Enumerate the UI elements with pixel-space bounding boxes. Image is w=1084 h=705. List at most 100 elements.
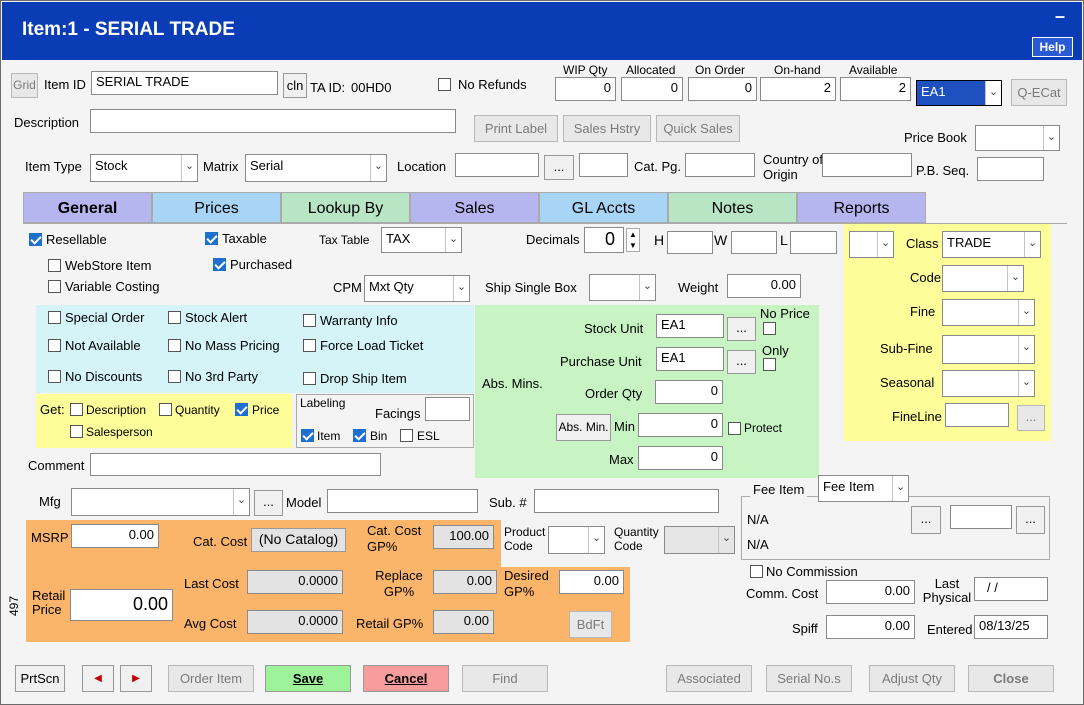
no-discounts-checkbox[interactable] [48, 370, 61, 383]
no-mass-pricing-checkbox[interactable] [168, 339, 181, 352]
quantity-code-select[interactable]: ⌄ [664, 526, 735, 554]
order-item-button[interactable]: Order Item [168, 665, 254, 692]
last-physical-input[interactable]: / / [974, 577, 1048, 601]
purchase-unit-input[interactable]: EA1 [656, 347, 724, 371]
get-quantity-checkbox[interactable] [159, 403, 172, 416]
description-input[interactable] [90, 109, 456, 133]
no-refunds-checkbox[interactable] [438, 78, 451, 91]
min-input[interactable]: 0 [638, 413, 723, 437]
pb-seq-input[interactable] [977, 157, 1044, 181]
mfg-select[interactable]: ⌄ [71, 488, 250, 516]
prev-record-button[interactable]: ◀ [82, 665, 114, 692]
weight-input[interactable]: 0.00 [727, 274, 801, 298]
variable-costing-checkbox[interactable] [48, 280, 61, 293]
sub-fine-select[interactable]: ⌄ [942, 335, 1035, 364]
location-browse-button[interactable]: ... [544, 155, 574, 180]
quick-sales-button[interactable]: Quick Sales [656, 115, 740, 142]
price-book-select[interactable]: ⌄ [975, 125, 1060, 151]
ship-single-box-select[interactable]: ⌄ [589, 274, 656, 301]
cat-cost-button[interactable]: (No Catalog) [251, 528, 346, 552]
warranty-info-checkbox[interactable] [303, 314, 316, 327]
class-select[interactable]: TRADE ⌄ [942, 231, 1041, 258]
purchased-checkbox[interactable] [213, 258, 226, 271]
webstore-checkbox[interactable] [48, 259, 61, 272]
width-input[interactable] [731, 231, 777, 254]
get-description-checkbox[interactable] [70, 403, 83, 416]
cat-pg-input[interactable] [685, 153, 755, 177]
max-input[interactable]: 0 [638, 446, 723, 470]
location-extra-input[interactable] [579, 153, 628, 177]
facings-input[interactable] [425, 397, 470, 421]
associated-button[interactable]: Associated [666, 665, 752, 692]
mfg-browse-button[interactable]: ... [254, 490, 283, 516]
tab-prices[interactable]: Prices [152, 192, 281, 223]
q-ecat-button[interactable]: Q-ECat [1011, 79, 1067, 106]
fineline-browse-button[interactable]: ... [1017, 405, 1045, 431]
comment-input[interactable] [90, 453, 381, 476]
drop-ship-checkbox[interactable] [303, 372, 316, 385]
unit-select[interactable]: EA1 ⌄ [916, 80, 1002, 106]
stock-unit-input[interactable]: EA1 [656, 314, 724, 338]
item-type-select[interactable]: Stock ⌄ [90, 154, 198, 182]
entered-input[interactable]: 08/13/25 [974, 615, 1048, 639]
fineline-input[interactable] [945, 403, 1009, 427]
class-prefix-select[interactable]: ⌄ [849, 231, 894, 258]
minimize-button[interactable]: – [1055, 6, 1065, 27]
label-esl-checkbox[interactable] [400, 429, 413, 442]
fee-browse-button[interactable]: ... [911, 506, 941, 534]
tab-reports[interactable]: Reports [797, 192, 926, 223]
no-commission-checkbox[interactable] [750, 565, 763, 578]
product-code-select[interactable]: ⌄ [548, 526, 605, 554]
tab-gl-accts[interactable]: GL Accts [539, 192, 668, 223]
abs-min-button[interactable]: Abs. Min. [556, 414, 611, 441]
save-button[interactable]: Save [265, 665, 351, 692]
prtscn-button[interactable]: PrtScn [15, 665, 65, 692]
bdft-button[interactable]: BdFt [569, 611, 612, 638]
fine-select[interactable]: ⌄ [942, 299, 1035, 326]
sales-history-button[interactable]: Sales Hstry [563, 115, 651, 142]
find-button[interactable]: Find [462, 665, 548, 692]
tax-table-select[interactable]: TAX ⌄ [381, 227, 462, 253]
fee-extra-input[interactable] [950, 505, 1012, 529]
next-record-button[interactable]: ▶ [120, 665, 152, 692]
fee-item-select[interactable]: Fee Item ⌄ [818, 475, 909, 502]
close-button[interactable]: Close [968, 665, 1054, 692]
serial-nos-button[interactable]: Serial No.s [766, 665, 852, 692]
not-available-checkbox[interactable] [48, 339, 61, 352]
on-hand-input[interactable]: 2 [760, 77, 836, 101]
get-price-checkbox[interactable] [235, 403, 248, 416]
country-of-origin-input[interactable] [822, 153, 912, 177]
fee-extra-browse-button[interactable]: ... [1016, 506, 1045, 534]
grid-button[interactable]: Grid [11, 73, 38, 98]
msrp-input[interactable]: 0.00 [71, 524, 159, 548]
resellable-checkbox[interactable] [29, 233, 42, 246]
protect-checkbox[interactable] [728, 422, 741, 435]
length-input[interactable] [790, 231, 837, 254]
only-checkbox[interactable] [763, 358, 776, 371]
label-bin-checkbox[interactable] [353, 429, 366, 442]
adjust-qty-button[interactable]: Adjust Qty [869, 665, 955, 692]
wip-qty-input[interactable]: 0 [555, 77, 616, 101]
tab-lookup-by[interactable]: Lookup By [281, 192, 410, 223]
decimals-stepper[interactable]: 0 [584, 227, 624, 253]
comm-cost-input[interactable]: 0.00 [826, 580, 915, 604]
desired-gp-input[interactable]: 0.00 [559, 570, 624, 594]
cancel-button[interactable]: Cancel [363, 665, 449, 692]
no-3rd-party-checkbox[interactable] [168, 370, 181, 383]
model-input[interactable] [327, 489, 478, 513]
no-price-checkbox[interactable] [763, 322, 776, 335]
force-load-ticket-checkbox[interactable] [303, 339, 316, 352]
taxable-checkbox[interactable] [205, 232, 218, 245]
tab-general[interactable]: General [23, 192, 152, 223]
stock-alert-checkbox[interactable] [168, 311, 181, 324]
location-input[interactable] [455, 153, 539, 177]
seasonal-select[interactable]: ⌄ [942, 370, 1035, 397]
stepper-arrows-icon[interactable]: ▲ ▼ [626, 228, 640, 252]
purchase-unit-browse-button[interactable]: ... [727, 350, 756, 374]
tab-notes[interactable]: Notes [668, 192, 797, 223]
cpm-select[interactable]: Mxt Qty ⌄ [364, 275, 470, 302]
matrix-select[interactable]: Serial ⌄ [245, 154, 387, 182]
get-salesperson-checkbox[interactable] [70, 425, 83, 438]
on-order-input[interactable]: 0 [688, 77, 757, 101]
print-label-button[interactable]: Print Label [474, 115, 558, 142]
